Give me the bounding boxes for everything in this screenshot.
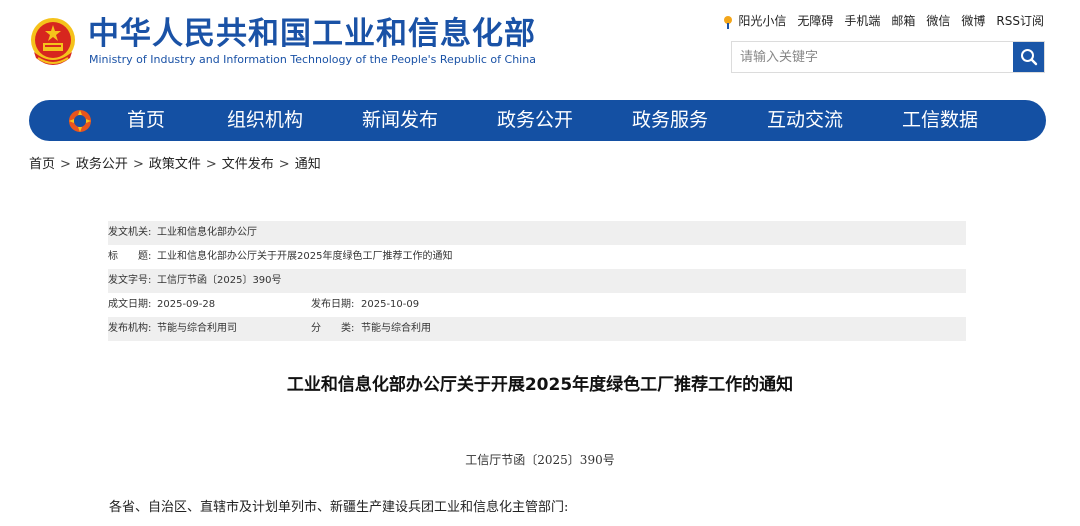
meta-label: 发布机构: xyxy=(108,323,152,334)
nav-government-services[interactable]: 政务服务 xyxy=(632,100,708,141)
miit-logo-icon[interactable] xyxy=(67,108,93,134)
nav-news[interactable]: 新闻发布 xyxy=(362,100,438,141)
meta-publisher: 节能与综合利用司 xyxy=(157,323,237,334)
document-title: 工业和信息化部办公厅关于开展2025年度绿色工厂推荐工作的通知 xyxy=(286,375,794,395)
meta-row-dates: 成文日期: 2025-09-28 发布日期: 2025-10-09 xyxy=(108,293,966,317)
breadcrumb-notice[interactable]: 通知 xyxy=(295,156,321,174)
meta-row-title: 标 题: 工业和信息化部办公厅关于开展2025年度绿色工厂推荐工作的通知 xyxy=(108,245,966,269)
toplink-weibo[interactable]: 微博 xyxy=(961,12,985,29)
meta-title: 工业和信息化部办公厅关于开展2025年度绿色工厂推荐工作的通知 xyxy=(157,251,453,262)
meta-docno: 工信厅节函〔2025〕390号 xyxy=(157,275,282,286)
document-number: 工信厅节函〔2025〕390号 xyxy=(465,453,615,467)
toplink-label: 阳光小信 xyxy=(738,14,787,28)
search-input[interactable] xyxy=(732,42,1014,72)
nav-government-affairs[interactable]: 政务公开 xyxy=(497,100,573,141)
search-icon xyxy=(1020,49,1037,66)
meta-label: 发文机关: xyxy=(108,227,152,238)
site-header: 中华人民共和国工业和信息化部 Ministry of Industry and … xyxy=(0,0,1080,100)
document-meta-table: 发文机关: 工业和信息化部办公厅 标 题: 工业和信息化部办公厅关于开展2025… xyxy=(108,221,966,341)
meta-label: 发文字号: xyxy=(108,275,152,286)
meta-created: 2025-09-28 xyxy=(157,299,216,310)
breadcrumb-separator: > xyxy=(278,157,290,172)
meta-label: 发布日期: xyxy=(311,299,355,310)
meta-row-publisher: 发布机构: 节能与综合利用司 分 类: 节能与综合利用 xyxy=(108,317,966,341)
breadcrumb-policy-docs[interactable]: 政策文件 xyxy=(149,156,201,174)
breadcrumb-doc-release[interactable]: 文件发布 xyxy=(222,156,274,174)
national-emblem-icon[interactable] xyxy=(28,14,78,70)
breadcrumb-home[interactable]: 首页 xyxy=(29,156,55,174)
meta-published: 2025-10-09 xyxy=(361,299,420,310)
meta-label: 成文日期: xyxy=(108,299,152,310)
nav-interaction[interactable]: 互动交流 xyxy=(767,100,843,141)
sunshine-icon xyxy=(724,15,733,29)
toplink-sunshine[interactable]: 阳光小信 xyxy=(721,12,786,30)
top-links: 阳光小信 无障碍 手机端 邮箱 微信 微博 RSS订阅 xyxy=(721,12,1044,30)
meta-label: 标 题: xyxy=(108,251,152,262)
search-button[interactable] xyxy=(1013,42,1044,72)
breadcrumb-separator: > xyxy=(205,157,217,172)
toplink-email[interactable]: 邮箱 xyxy=(891,12,915,29)
meta-issuer: 工业和信息化部办公厅 xyxy=(157,227,257,238)
breadcrumb-separator: > xyxy=(132,157,144,172)
site-title-cn[interactable]: 中华人民共和国工业和信息化部 xyxy=(88,14,536,54)
nav-organization[interactable]: 组织机构 xyxy=(227,100,303,141)
toplink-wechat[interactable]: 微信 xyxy=(926,12,950,29)
toplink-accessibility[interactable]: 无障碍 xyxy=(797,12,833,29)
meta-category: 节能与综合利用 xyxy=(361,323,431,334)
document-addressee: 各省、自治区、直辖市及计划单列市、新疆生产建设兵团工业和信息化主管部门: xyxy=(109,500,569,515)
search-box xyxy=(731,41,1045,73)
site-title-en[interactable]: Ministry of Industry and Information Tec… xyxy=(89,53,536,67)
toplink-mobile[interactable]: 手机端 xyxy=(844,12,880,29)
breadcrumb: 首页 > 政务公开 > 政策文件 > 文件发布 > 通知 xyxy=(29,156,321,174)
toplink-rss[interactable]: RSS订阅 xyxy=(996,12,1044,29)
meta-row-docno: 发文字号: 工信厅节函〔2025〕390号 xyxy=(108,269,966,293)
nav-data[interactable]: 工信数据 xyxy=(902,100,978,141)
breadcrumb-separator: > xyxy=(60,157,71,172)
meta-row-issuer: 发文机关: 工业和信息化部办公厅 xyxy=(108,221,966,245)
breadcrumb-gov-affairs[interactable]: 政务公开 xyxy=(76,156,128,174)
main-nav: 首页 组织机构 新闻发布 政务公开 政务服务 互动交流 工信数据 xyxy=(29,100,1046,141)
meta-label: 分 类: xyxy=(311,323,355,334)
nav-home[interactable]: 首页 xyxy=(127,100,165,141)
